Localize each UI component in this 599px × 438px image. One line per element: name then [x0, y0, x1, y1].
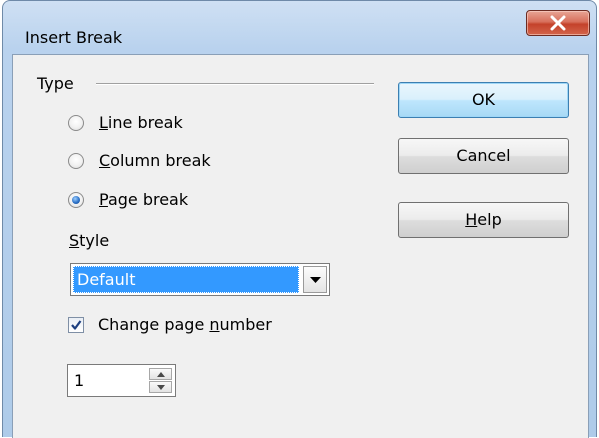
- page-number-value[interactable]: 1: [74, 369, 84, 393]
- cancel-button[interactable]: Cancel: [398, 138, 569, 174]
- radio-page-break-label[interactable]: Page break: [99, 189, 188, 211]
- change-page-number-label[interactable]: Change page number: [98, 314, 272, 336]
- change-page-number-checkbox[interactable]: [68, 317, 84, 333]
- radio-line-break-label[interactable]: Line break: [99, 112, 183, 134]
- spin-down-button[interactable]: [149, 381, 172, 393]
- radio-column-break-label[interactable]: Column break: [99, 150, 211, 172]
- ok-button[interactable]: OK: [398, 82, 569, 118]
- style-dropdown-value: Default: [73, 266, 299, 293]
- radio-line-break-indicator[interactable]: [68, 115, 84, 131]
- style-dropdown[interactable]: Default: [70, 263, 330, 296]
- check-mark-icon: [71, 320, 82, 330]
- style-dropdown-button[interactable]: [303, 266, 327, 293]
- close-icon: [550, 15, 566, 31]
- arrow-up-icon: [157, 372, 165, 377]
- type-group-divider: [96, 83, 374, 85]
- title-bar[interactable]: Insert Break: [3, 1, 596, 49]
- style-label: Style: [69, 231, 110, 250]
- dialog-title: Insert Break: [25, 28, 123, 47]
- spin-up-button[interactable]: [149, 368, 172, 380]
- help-button[interactable]: Help: [398, 202, 569, 238]
- type-group-label: Type: [37, 74, 74, 93]
- arrow-down-icon: [157, 385, 165, 390]
- close-button[interactable]: [526, 10, 590, 36]
- page-number-spinbox[interactable]: 1: [67, 364, 176, 397]
- page-number-spin-buttons: [149, 368, 172, 393]
- radio-column-break-indicator[interactable]: [68, 153, 84, 169]
- chevron-down-icon: [310, 277, 321, 283]
- radio-page-break-indicator[interactable]: [68, 192, 84, 208]
